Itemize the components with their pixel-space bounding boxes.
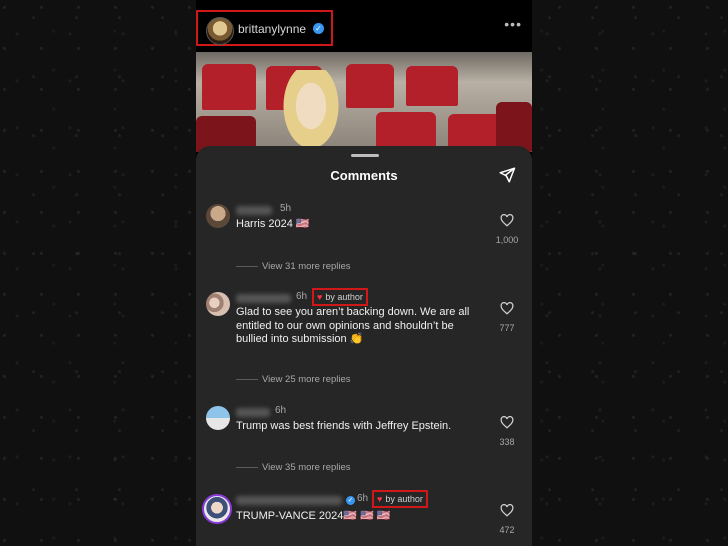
heart-icon xyxy=(500,302,514,315)
like-button[interactable]: 777 xyxy=(492,302,522,333)
commenter-name-blurred[interactable] xyxy=(236,408,270,417)
phone-screen: brittanylynne ✓ ••• Comments 5h Harris 2… xyxy=(196,0,532,546)
more-horizontal-icon[interactable]: ••• xyxy=(504,16,522,32)
verified-badge-icon: ✓ xyxy=(313,23,324,34)
view-replies-label: View 35 more replies xyxy=(262,462,351,473)
like-button[interactable]: 1,000 xyxy=(492,214,522,245)
heart-icon xyxy=(500,504,514,517)
by-author-badge: ♥ by author xyxy=(312,288,368,306)
comment-time: 6h xyxy=(296,291,308,302)
heart-filled-icon: ♥ xyxy=(317,292,323,302)
commenter-avatar[interactable] xyxy=(206,292,230,316)
view-replies-label: View 25 more replies xyxy=(262,374,351,385)
send-icon[interactable] xyxy=(498,166,516,184)
commenter-avatar[interactable] xyxy=(206,406,230,430)
like-count: 1,000 xyxy=(495,235,519,245)
view-replies-label: View 31 more replies xyxy=(262,261,351,272)
heart-filled-icon: ♥ xyxy=(377,494,383,504)
view-replies-link[interactable]: View 25 more replies xyxy=(236,374,351,385)
comment-time: 5h xyxy=(280,203,292,214)
heart-icon xyxy=(500,416,514,429)
view-replies-link[interactable]: View 35 more replies xyxy=(236,462,351,473)
person-in-photo xyxy=(276,70,346,152)
post-image xyxy=(196,52,532,152)
like-button[interactable]: 338 xyxy=(492,416,522,447)
sheet-title: Comments xyxy=(330,168,398,183)
post-header: brittanylynne ✓ ••• xyxy=(196,0,532,52)
view-replies-link[interactable]: View 31 more replies xyxy=(236,261,351,272)
commenter-name-blurred[interactable] xyxy=(236,206,272,215)
by-author-badge: ♥ by author xyxy=(372,490,428,508)
like-count: 472 xyxy=(499,525,515,535)
comment-time: 6h xyxy=(275,405,287,416)
commenter-name-blurred[interactable] xyxy=(236,496,342,505)
comment-time: 6h xyxy=(357,493,369,504)
like-button[interactable]: 472 xyxy=(492,504,522,535)
verified-badge-icon: ✓ xyxy=(346,496,355,505)
comment-text: Trump was best friends with Jeffrey Epst… xyxy=(236,420,452,432)
comment-text: Harris 2024 🇺🇸 xyxy=(236,218,310,230)
commenter-avatar[interactable] xyxy=(206,204,230,228)
drag-handle[interactable] xyxy=(351,154,379,157)
like-count: 777 xyxy=(499,323,515,333)
author-avatar[interactable] xyxy=(206,17,234,45)
by-author-label: by author xyxy=(385,494,423,504)
comments-sheet: Comments 5h Harris 2024 🇺🇸 1,000 View 31… xyxy=(196,146,532,546)
commenter-avatar[interactable] xyxy=(202,494,232,524)
like-count: 338 xyxy=(499,437,515,447)
comment-text: Glad to see you aren’t backing down. We … xyxy=(236,306,470,345)
by-author-label: by author xyxy=(325,292,363,302)
author-highlight-box: brittanylynne ✓ xyxy=(196,10,333,46)
commenter-name-blurred[interactable] xyxy=(236,294,291,303)
heart-icon xyxy=(500,214,514,227)
comment-text: TRUMP-VANCE 2024🇺🇸 🇺🇸 🇺🇸 xyxy=(236,510,391,522)
author-username[interactable]: brittanylynne xyxy=(238,22,306,36)
